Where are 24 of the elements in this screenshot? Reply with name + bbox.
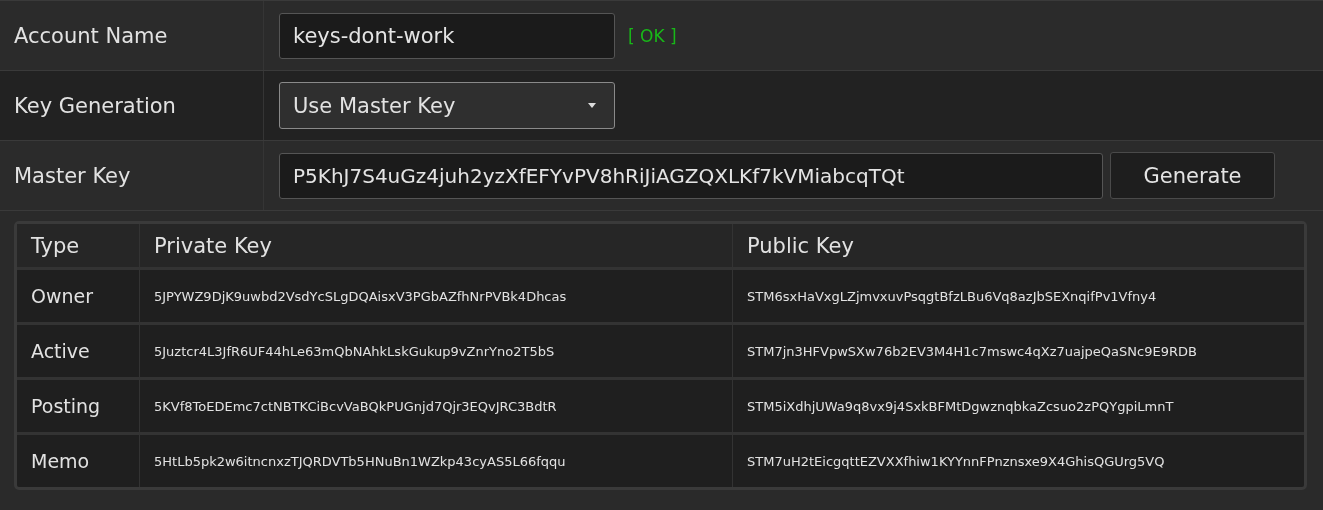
caret-icon	[588, 103, 596, 108]
field-label: Master Key	[14, 163, 131, 188]
generate-button[interactable]: Generate	[1110, 152, 1275, 199]
column-header: Type	[30, 232, 81, 260]
table-cell-text: Active	[30, 339, 91, 364]
table-cell: 5Juztcr4L3JfR6UF44hLe63mQbNAhkLskGukup9vZnrYno2T5bS	[139, 325, 732, 377]
table-cell-text: Memo	[30, 449, 91, 474]
key-generation-dropdown[interactable]: Use Master Key	[279, 82, 615, 129]
column-header: Public Key	[732, 224, 1304, 267]
table-cell: STM6sxHaVxgLZjmvxuvPsqgtBfzLBu6Vq8azJbSEXnqifPv1Vfny4	[732, 270, 1304, 322]
table-cell: STM7jn3HFVpwSXw76b2EV3M4H1c7mswc4qXz7uajpeQaSNc9E9RDB	[732, 325, 1304, 377]
table-cell-text: Owner	[30, 284, 95, 309]
table-cell-text: Posting	[30, 394, 102, 419]
field-label: Key Generation	[14, 93, 176, 118]
table-cell: 5JPYWZ9DjK9uwbd2VsdYcSLgDQAisxV3PGbAZfhNrPVBk4Dhcas	[139, 270, 732, 322]
table-cell: 5HtLb5pk2w6itncnxzTJQRDVTb5HNuBn1WZkp43cyAS5L66fqqu	[139, 435, 732, 487]
field-label: Account Name	[14, 23, 168, 48]
master-key-field[interactable]: P5KhJ7S4uGz4juh2yzXfEFYvPV8hRiJiAGZQXLKf7kVMiabcqTQt	[279, 152, 1103, 199]
column-header: Private Key	[139, 224, 732, 267]
account-name-field[interactable]: keys-dont-work	[279, 12, 615, 59]
table-cell: 5KVf8ToEDEmc7ctNBTKCiBcvVaBQkPUGnjd7Qjr3EQvJRC3BdtR	[139, 380, 732, 432]
table-cell: STM5iXdhjUWa9q8vx9j4SxkBFMtDgwznqbkaZcsuo2zPQYgpiLmnT	[732, 380, 1304, 432]
table-cell: STM7uH2tEicgqttEZVXXfhiw1KYYnnFPnznsxe9X4GhisQGUrg5VQ	[732, 435, 1304, 487]
status-text: [ OK ]	[628, 25, 677, 46]
